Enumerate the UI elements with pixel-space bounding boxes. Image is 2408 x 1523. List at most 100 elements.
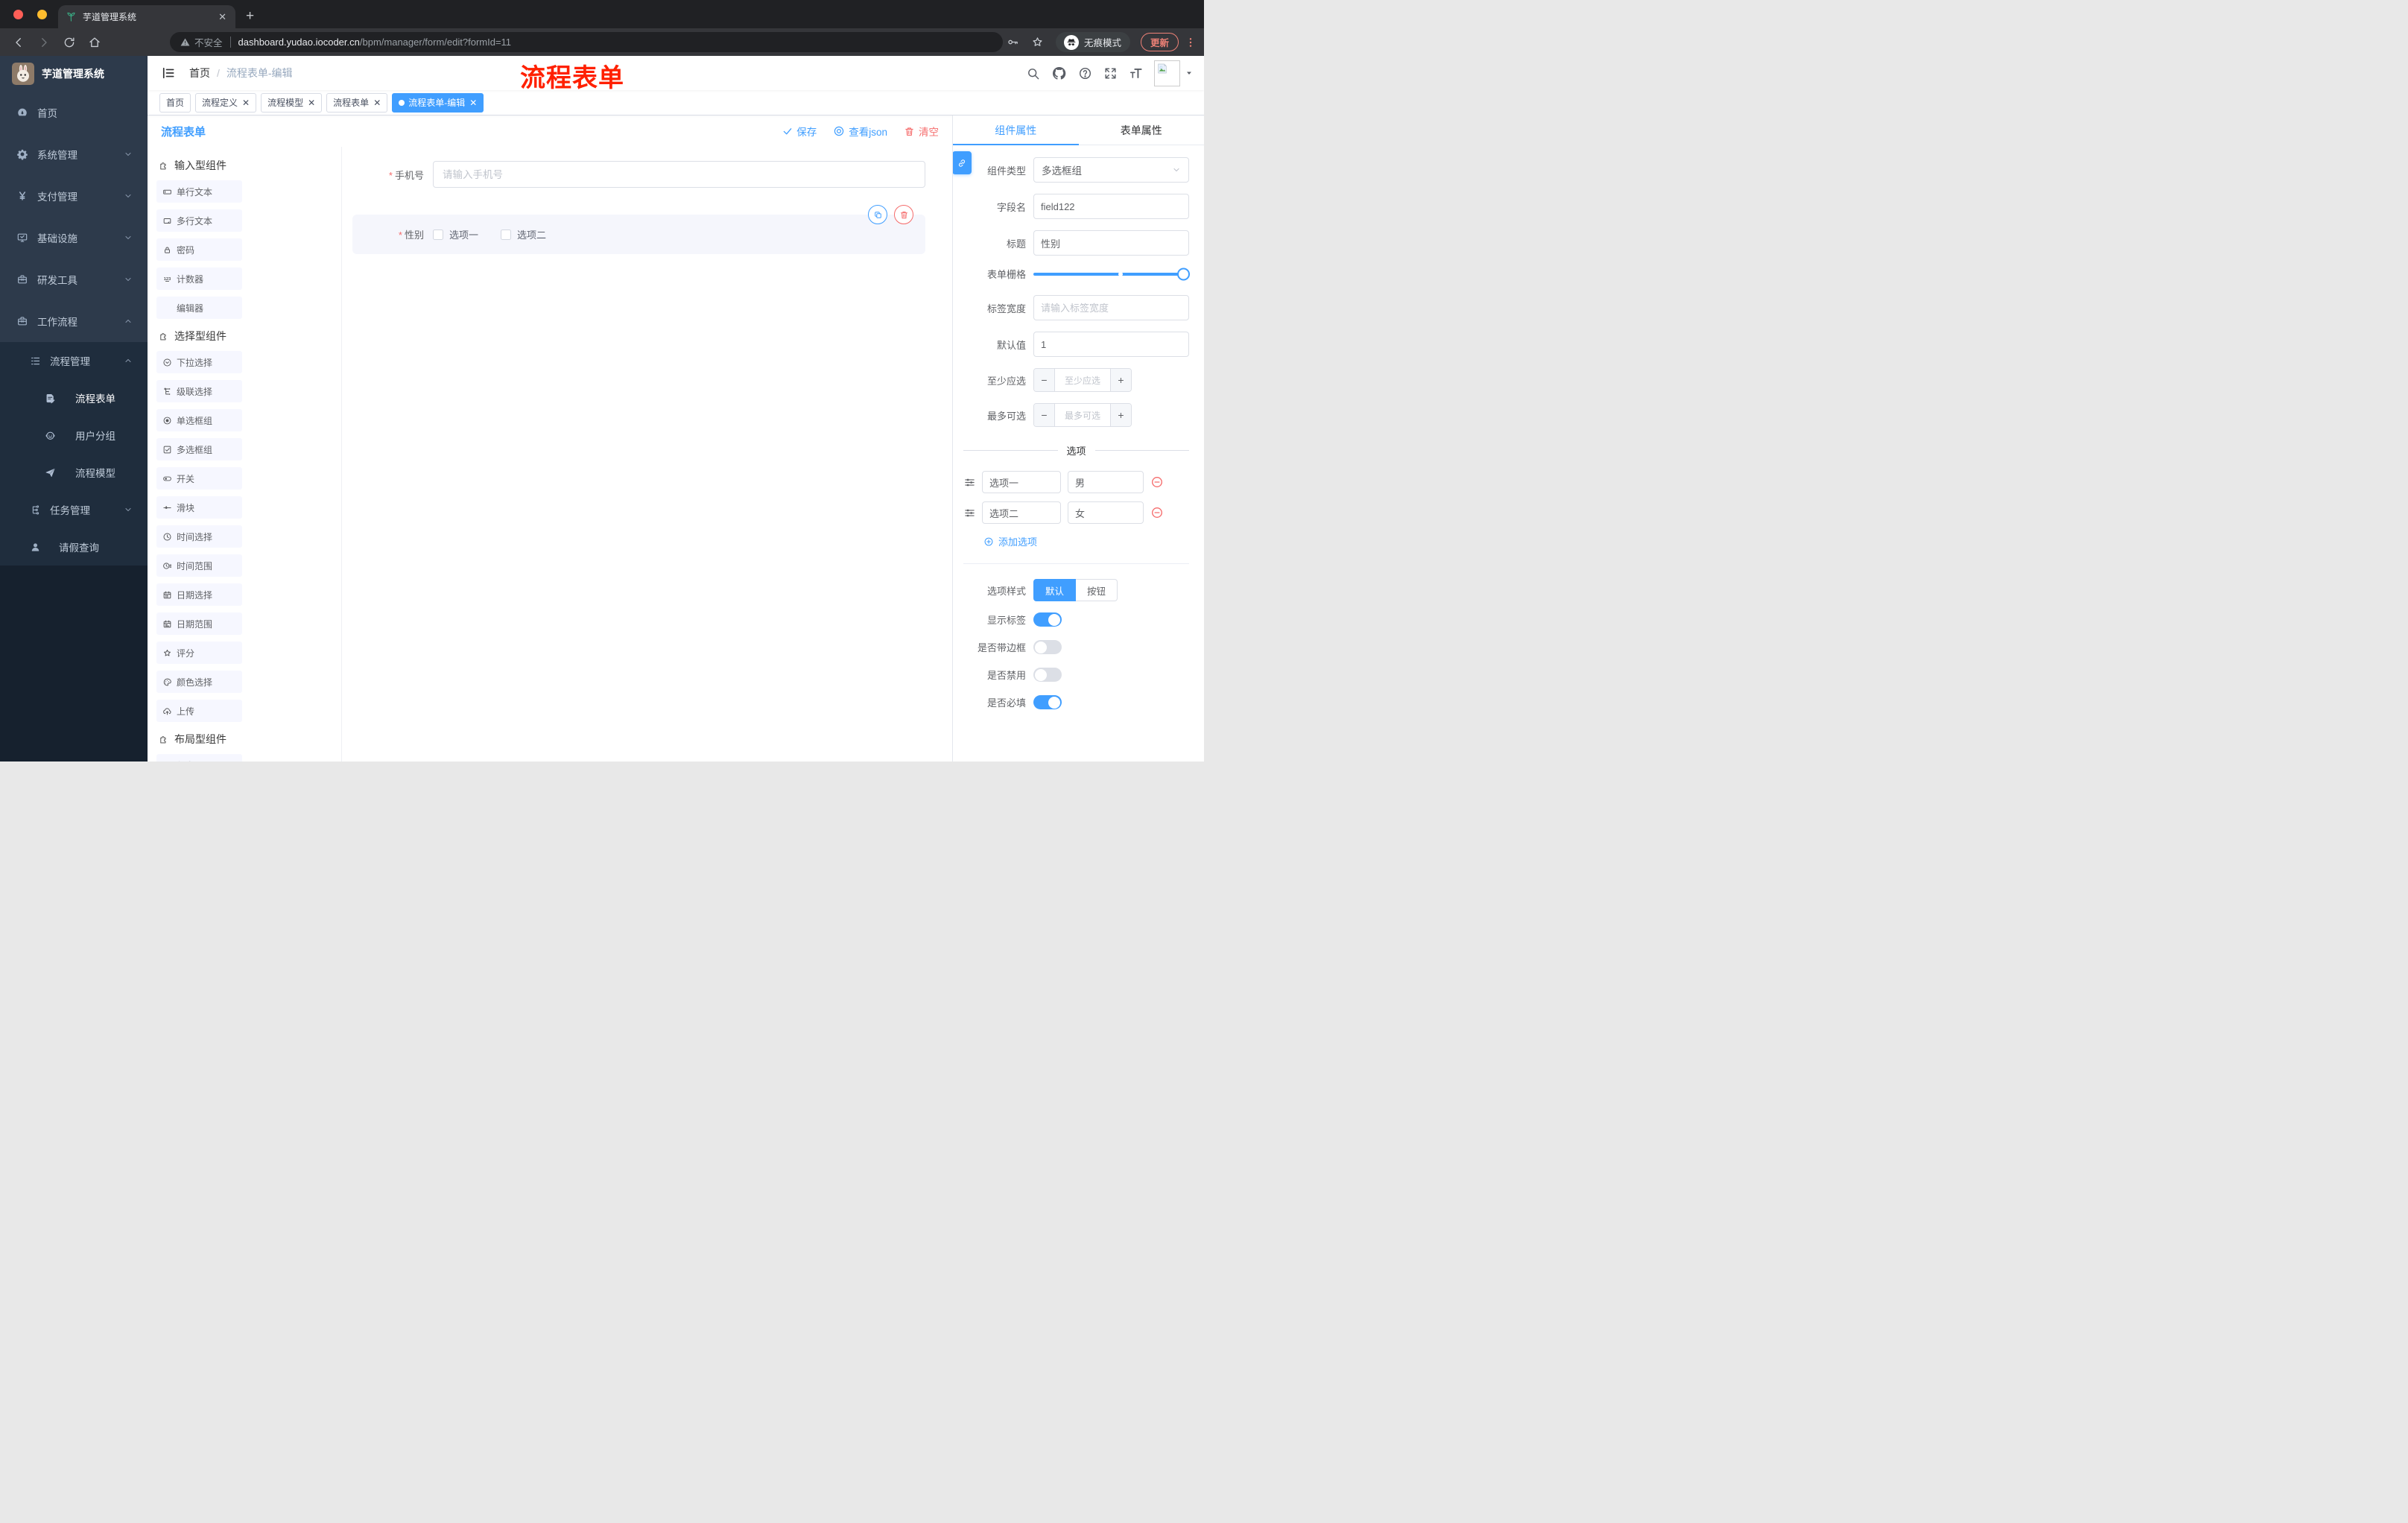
sidebar-item-user-group[interactable]: 用户分组 <box>0 417 148 454</box>
label-width-input[interactable] <box>1033 295 1189 320</box>
reload-icon[interactable] <box>63 36 76 49</box>
new-tab-button[interactable]: + <box>246 7 254 25</box>
back-icon[interactable] <box>12 36 25 49</box>
tab-form-props[interactable]: 表单属性 <box>1079 115 1205 145</box>
option-label-input[interactable] <box>982 471 1061 493</box>
sidebar-item-process-management[interactable]: 流程管理 <box>0 342 148 379</box>
tab-component-props[interactable]: 组件属性 <box>953 115 1079 145</box>
toggle-switch[interactable] <box>1033 695 1062 709</box>
checkbox-box[interactable] <box>501 229 512 240</box>
palette-component-button[interactable]: 颜色选择 <box>156 671 242 693</box>
palette-component-button[interactable]: 上传 <box>156 700 242 722</box>
app-logo-row[interactable]: 芋道管理系统 <box>0 56 148 92</box>
option-value-input[interactable] <box>1068 471 1144 493</box>
browser-menu-icon[interactable] <box>1185 37 1197 48</box>
checkbox-option[interactable]: 选项一 <box>433 227 478 241</box>
stepper-plus-button[interactable]: + <box>1110 369 1131 391</box>
update-button[interactable]: 更新 <box>1140 33 1179 51</box>
palette-component-button[interactable]: 多选框组 <box>156 438 242 460</box>
help-icon[interactable] <box>1078 66 1092 80</box>
default-value-input[interactable] <box>1033 332 1189 357</box>
tag-close-icon[interactable]: ✕ <box>242 98 250 107</box>
avatar-caret-icon[interactable] <box>1185 69 1194 77</box>
fullscreen-icon[interactable] <box>1103 66 1118 80</box>
stepper-placeholder[interactable]: 最多可选 <box>1055 404 1110 426</box>
palette-component-button[interactable]: 密码 <box>156 238 242 261</box>
github-icon[interactable] <box>1051 66 1067 81</box>
palette-component-button[interactable]: 多行文本 <box>156 209 242 232</box>
drag-handle-icon[interactable] <box>963 507 976 519</box>
canvas-field-phone[interactable]: 手机号 <box>352 161 925 188</box>
tag-close-icon[interactable]: ✕ <box>373 98 381 107</box>
max-select-stepper[interactable]: − 最多可选 + <box>1033 403 1132 427</box>
sidebar-item[interactable]: 基础设施 <box>0 217 148 259</box>
palette-component-button[interactable]: 时间范围 <box>156 554 242 577</box>
add-option-button[interactable]: 添加选项 <box>983 534 1189 548</box>
palette-component-button[interactable]: 日期选择 <box>156 583 242 606</box>
sidebar-item[interactable]: 研发工具 <box>0 259 148 300</box>
sidebar-item[interactable]: 工作流程 <box>0 300 148 342</box>
font-size-icon[interactable] <box>1129 66 1143 80</box>
window-close-button[interactable] <box>13 10 23 19</box>
breadcrumb-home[interactable]: 首页 <box>189 66 210 80</box>
palette-component-button[interactable]: 行容器 <box>156 754 242 762</box>
palette-component-button[interactable]: 单选框组 <box>156 409 242 431</box>
option-label-input[interactable] <box>982 501 1061 524</box>
slider-handle[interactable] <box>1177 267 1190 280</box>
stepper-minus-button[interactable]: − <box>1034 404 1055 426</box>
form-grid-slider[interactable] <box>1033 267 1190 280</box>
option-value-input[interactable] <box>1068 501 1144 524</box>
view-json-button[interactable]: 查看json <box>833 124 887 139</box>
clear-button[interactable]: 清空 <box>904 124 939 139</box>
component-type-select[interactable]: 多选框组 <box>1033 157 1189 183</box>
remove-option-icon[interactable] <box>1150 475 1164 489</box>
palette-component-button[interactable]: 下拉选择 <box>156 351 242 373</box>
sidebar-item-task-management[interactable]: 任务管理 <box>0 491 148 528</box>
checkbox-option[interactable]: 选项二 <box>501 227 546 241</box>
sidebar-item[interactable]: 首页 <box>0 92 148 133</box>
palette-component-button[interactable]: 开关 <box>156 467 242 490</box>
canvas-field-gender-selected[interactable]: 性别 选项一 <box>352 205 925 254</box>
browser-tab[interactable]: 芋道管理系统 ✕ <box>58 5 235 28</box>
save-button[interactable]: 保存 <box>782 124 817 139</box>
sidebar-item-process-form[interactable]: 流程表单 <box>0 379 148 417</box>
tab-tag[interactable]: 流程模型 ✕ <box>261 92 323 113</box>
sidebar-item-leave-query[interactable]: 请假查询 <box>0 528 148 566</box>
drag-handle-icon[interactable] <box>963 476 976 489</box>
hamburger-icon[interactable] <box>161 66 176 80</box>
password-key-icon[interactable] <box>1007 36 1019 48</box>
style-default-button[interactable]: 默认 <box>1033 579 1077 601</box>
remove-option-icon[interactable] <box>1150 506 1164 519</box>
sidebar-item[interactable]: 系统管理 <box>0 133 148 175</box>
min-select-stepper[interactable]: − 至少应选 + <box>1033 368 1132 392</box>
palette-component-button[interactable]: 单行文本 <box>156 180 242 203</box>
home-icon[interactable] <box>88 36 101 49</box>
checkbox-box[interactable] <box>433 229 443 240</box>
title-input[interactable] <box>1033 230 1189 256</box>
search-icon[interactable] <box>1026 66 1040 80</box>
link-handle[interactable] <box>953 151 972 174</box>
palette-component-button[interactable]: 级联选择 <box>156 380 242 402</box>
toggle-switch[interactable] <box>1033 640 1062 654</box>
palette-component-button[interactable]: 滑块 <box>156 496 242 519</box>
stepper-placeholder[interactable]: 至少应选 <box>1055 369 1110 391</box>
copy-component-button[interactable] <box>868 205 887 224</box>
stepper-plus-button[interactable]: + <box>1110 404 1131 426</box>
palette-component-button[interactable]: 123 计数器 <box>156 267 242 290</box>
style-button-button[interactable]: 按钮 <box>1076 579 1118 601</box>
window-minimize-button[interactable] <box>37 10 47 19</box>
toggle-switch[interactable] <box>1033 612 1062 627</box>
forward-icon[interactable] <box>37 36 51 49</box>
sidebar-item[interactable]: 支付管理 <box>0 175 148 217</box>
tab-tag[interactable]: 首页 ✕ <box>159 92 191 113</box>
url-bar[interactable]: 不安全 dashboard.yudao.iocoder.cn/bpm/manag… <box>170 32 1003 52</box>
form-canvas[interactable]: 手机号 性别 <box>342 147 952 762</box>
delete-component-button[interactable] <box>894 205 913 224</box>
field-name-input[interactable] <box>1033 194 1189 219</box>
palette-component-button[interactable]: 时间选择 <box>156 525 242 548</box>
tab-tag[interactable]: 流程表单-编辑 ✕ <box>392 92 484 113</box>
palette-component-button[interactable]: 日期范围 <box>156 612 242 635</box>
sidebar-item-process-model[interactable]: 流程模型 <box>0 454 148 491</box>
phone-input[interactable] <box>433 161 925 188</box>
tab-close-icon[interactable]: ✕ <box>217 11 228 23</box>
